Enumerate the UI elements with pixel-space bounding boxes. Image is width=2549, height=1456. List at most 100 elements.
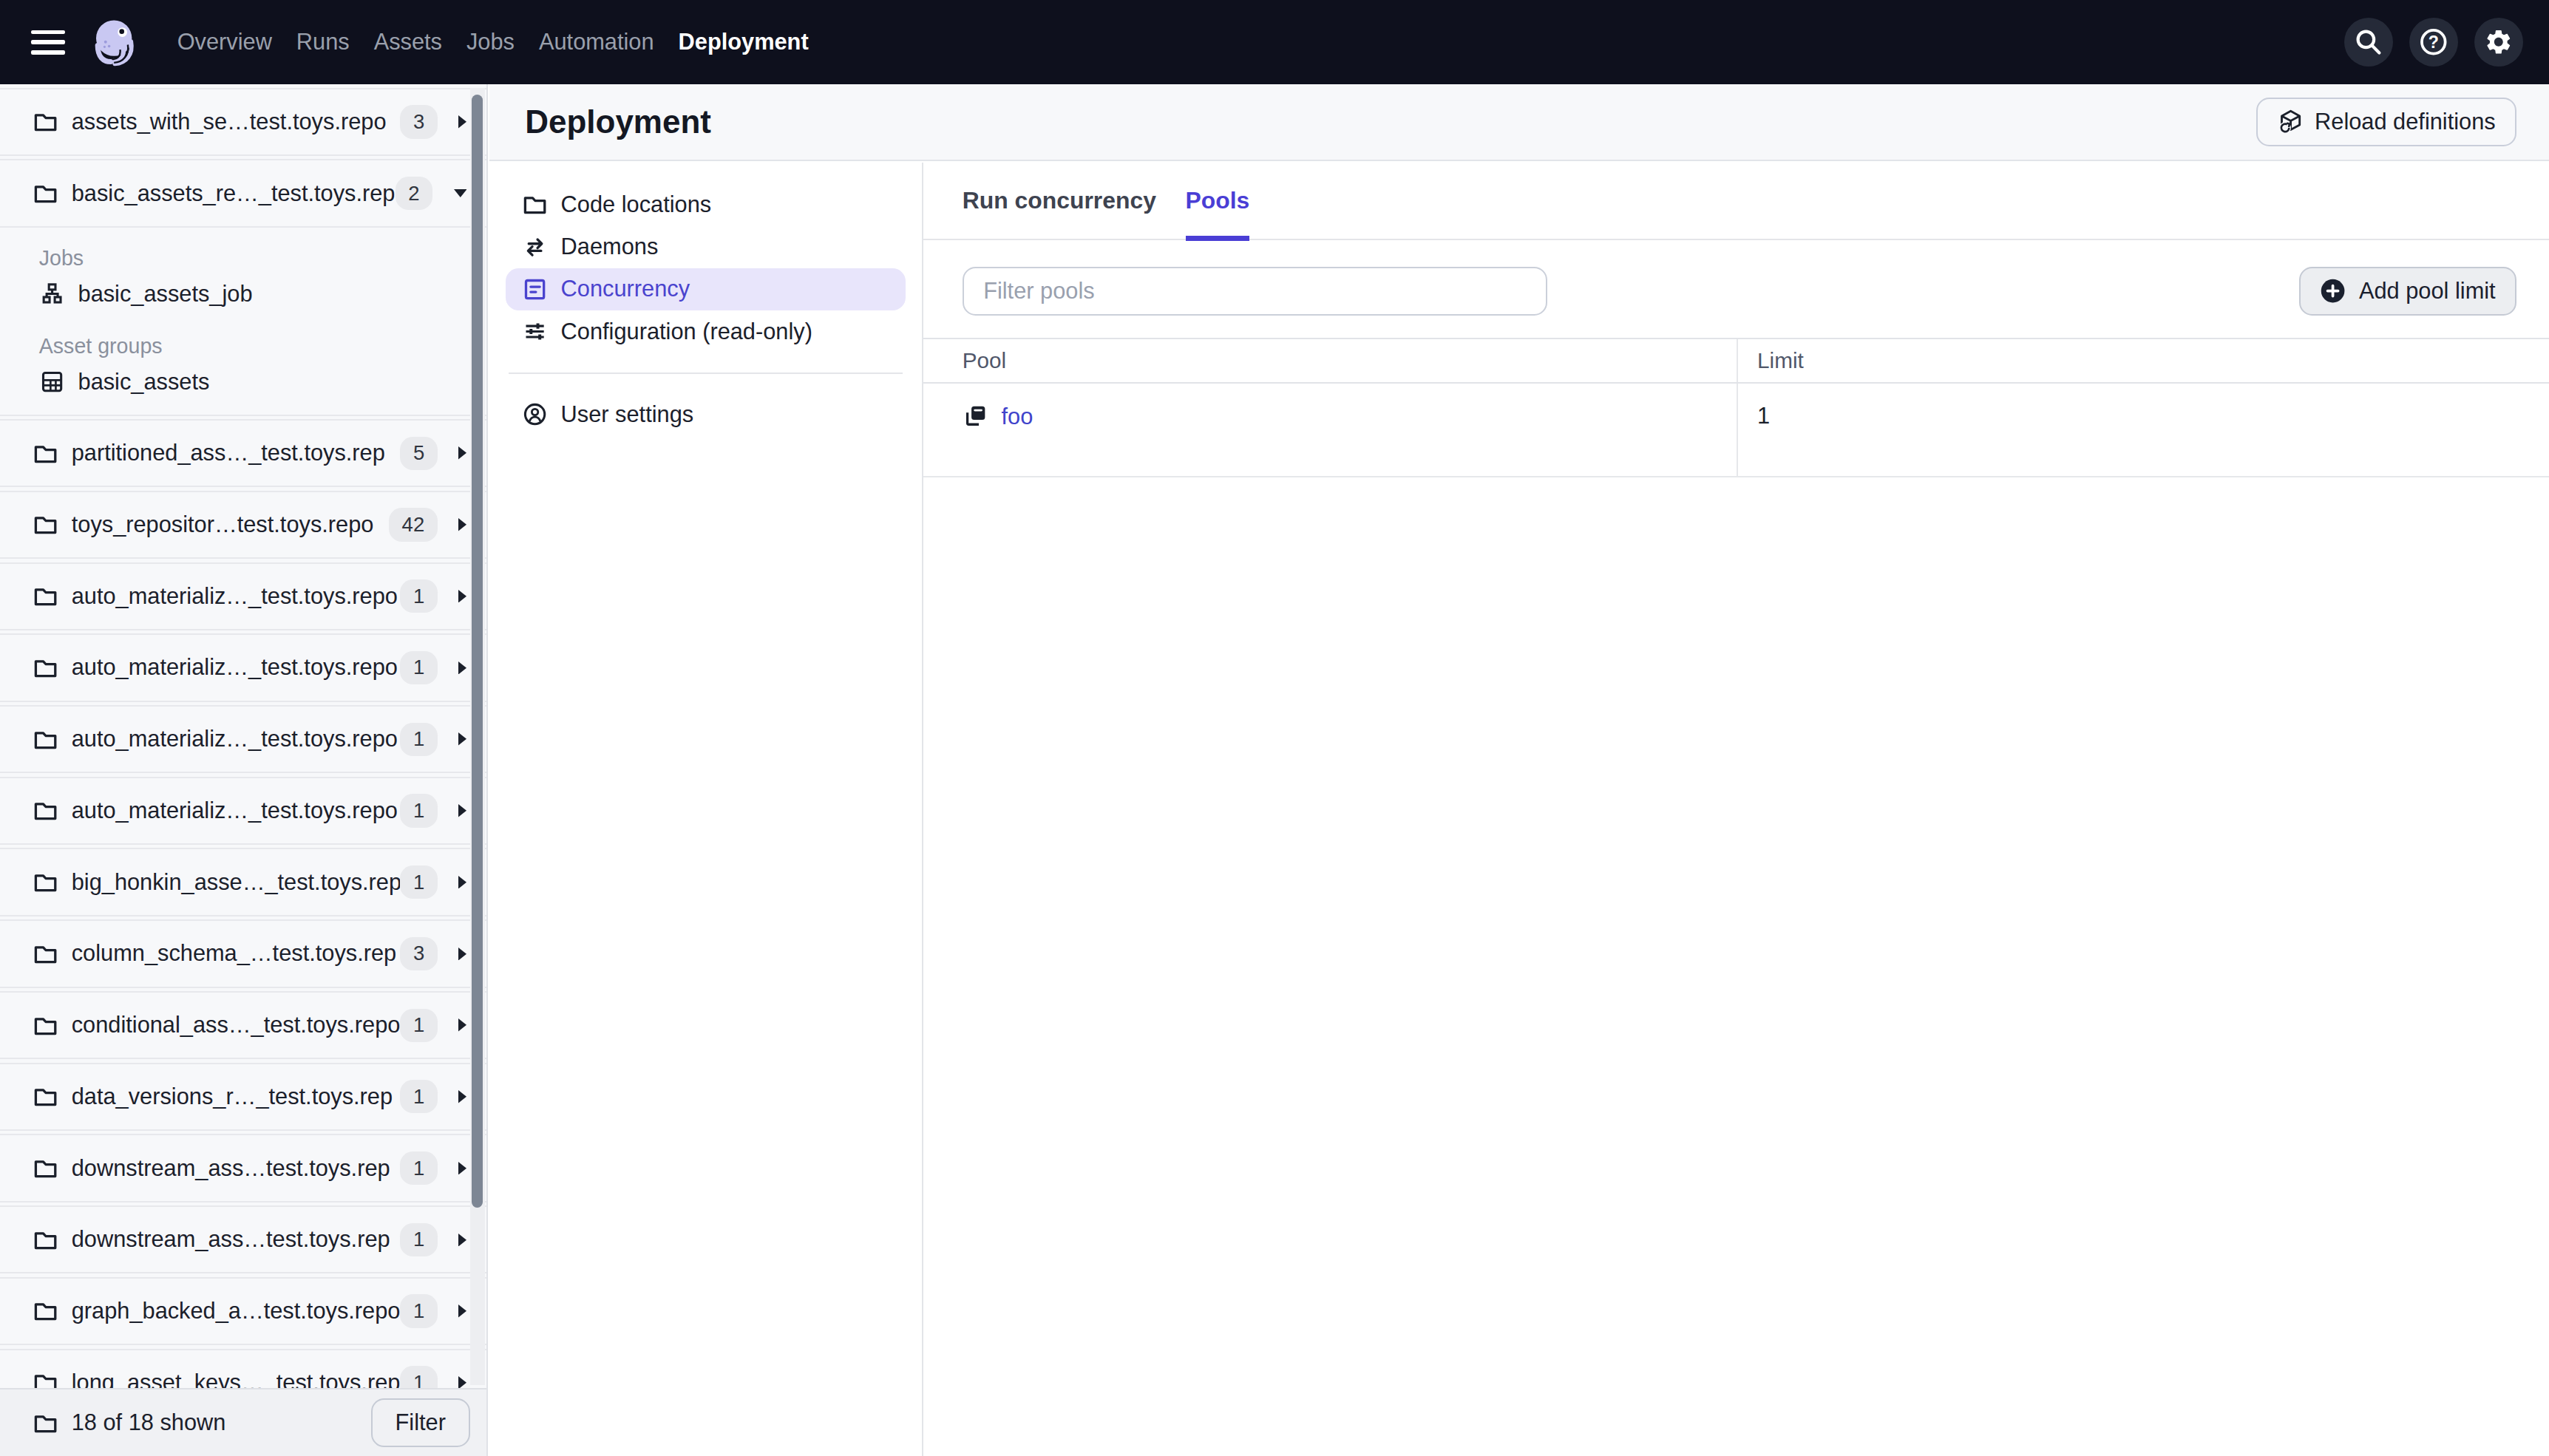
chevron-right-icon[interactable] bbox=[458, 518, 466, 531]
jobs-section-label: Jobs bbox=[39, 244, 486, 273]
nav-item-overview[interactable]: Overview bbox=[177, 29, 272, 55]
sidebar-scrollbar-thumb[interactable] bbox=[472, 95, 483, 1208]
search-button[interactable] bbox=[2344, 18, 2393, 67]
sidebar-repo-row[interactable]: assets_with_se…test.toys.repo 3 bbox=[0, 88, 486, 156]
sidebar-job-item[interactable]: basic_assets_job bbox=[39, 273, 486, 315]
repo-card: data_versions_r…_test.toys.rep 1 bbox=[0, 1063, 486, 1131]
chevron-right-icon[interactable] bbox=[458, 1376, 466, 1388]
repo-count-badge: 1 bbox=[400, 1009, 437, 1042]
pool-link[interactable]: foo bbox=[1002, 403, 1033, 430]
chevron-right-icon[interactable] bbox=[458, 948, 466, 961]
repo-card: partitioned_ass…_test.toys.rep 5 bbox=[0, 419, 486, 487]
folder-icon bbox=[33, 1370, 58, 1388]
sidebar-repo-row[interactable]: partitioned_ass…_test.toys.rep 5 bbox=[0, 419, 486, 487]
nav-item-jobs[interactable]: Jobs bbox=[466, 29, 515, 55]
repo-label: long_asset_keys…_test.toys.rep bbox=[72, 1370, 401, 1388]
folder-icon bbox=[33, 727, 58, 752]
tab-run-concurrency[interactable]: Run concurrency bbox=[963, 163, 1156, 239]
subnav-user-settings[interactable]: User settings bbox=[506, 393, 906, 435]
subnav-daemons[interactable]: Daemons bbox=[506, 226, 906, 268]
left-sidebar: assets_with_se…test.toys.repo 3 basic_as… bbox=[0, 84, 488, 1456]
sidebar-repo-row[interactable]: downstream_ass…test.toys.rep 1 bbox=[0, 1134, 486, 1202]
sidebar-repo-row[interactable]: auto_materializ…_test.toys.repo 1 bbox=[0, 705, 486, 773]
chevron-down-icon[interactable] bbox=[454, 189, 467, 197]
chevron-right-icon[interactable] bbox=[458, 1090, 466, 1103]
nav-item-runs[interactable]: Runs bbox=[296, 29, 350, 55]
settings-button[interactable] bbox=[2474, 18, 2523, 67]
sidebar-repo-row[interactable]: basic_assets_re…_test.toys.rep 2 bbox=[0, 159, 486, 227]
chevron-right-icon[interactable] bbox=[458, 446, 466, 460]
chevron-right-icon[interactable] bbox=[458, 661, 466, 675]
chevron-right-icon[interactable] bbox=[458, 115, 466, 129]
repo-card: conditional_ass…_test.toys.repo 1 bbox=[0, 991, 486, 1059]
repo-label: conditional_ass…_test.toys.repo bbox=[72, 1012, 401, 1038]
limit-cell: 1 bbox=[1738, 384, 2549, 477]
add-pool-limit-button[interactable]: Add pool limit bbox=[2299, 267, 2516, 316]
nav-actions: ? bbox=[2344, 18, 2523, 67]
repo-label: data_versions_r…_test.toys.rep bbox=[72, 1084, 393, 1110]
sidebar-repo-row[interactable]: column_schema_…test.toys.rep 3 bbox=[0, 919, 486, 987]
repo-count-text: 18 of 18 shown bbox=[72, 1409, 226, 1436]
folder-icon bbox=[33, 1227, 58, 1253]
reload-definitions-button[interactable]: Reload definitions bbox=[2256, 98, 2516, 146]
dagster-logo[interactable] bbox=[88, 16, 140, 68]
repo-label: assets_with_se…test.toys.repo bbox=[72, 109, 387, 135]
chevron-right-icon[interactable] bbox=[458, 732, 466, 746]
help-button[interactable]: ? bbox=[2409, 18, 2458, 67]
chevron-right-icon[interactable] bbox=[458, 1234, 466, 1247]
sidebar-repo-row[interactable]: auto_materializ…_test.toys.repo 1 bbox=[0, 777, 486, 845]
chevron-right-icon[interactable] bbox=[458, 1304, 466, 1318]
repo-card: long_asset_keys…_test.toys.rep 1 bbox=[0, 1349, 486, 1388]
dagster-app: Overview Runs Assets Jobs Automation Dep… bbox=[0, 0, 2549, 1456]
folder-icon bbox=[33, 511, 58, 537]
repo-label: partitioned_ass…_test.toys.rep bbox=[72, 440, 385, 466]
subnav-label: Configuration (read-only) bbox=[561, 319, 812, 345]
nav-item-automation[interactable]: Automation bbox=[539, 29, 654, 55]
subnav-label: User settings bbox=[561, 401, 694, 428]
subnav-code-locations[interactable]: Code locations bbox=[506, 183, 906, 225]
sidebar-repo-row[interactable]: auto_materializ…_test.toys.repo 1 bbox=[0, 633, 486, 701]
repo-label: auto_materializ…_test.toys.repo bbox=[72, 797, 398, 824]
subnav-configuration[interactable]: Configuration (read-only) bbox=[506, 310, 906, 353]
column-header-limit: Limit bbox=[1738, 339, 2549, 382]
sidebar-repo-row[interactable]: data_versions_r…_test.toys.rep 1 bbox=[0, 1063, 486, 1131]
repo-count-badge: 2 bbox=[396, 177, 432, 210]
repo-count-badge: 1 bbox=[400, 1366, 437, 1388]
subnav-concurrency[interactable]: Concurrency bbox=[506, 268, 906, 310]
sidebar-repo-row[interactable]: toys_repositor…test.toys.repo 42 bbox=[0, 491, 486, 559]
pools-table: Pool Limit foo 1 bbox=[923, 338, 2549, 477]
folder-icon bbox=[33, 1410, 58, 1436]
chevron-right-icon[interactable] bbox=[458, 1162, 466, 1175]
chevron-right-icon[interactable] bbox=[458, 590, 466, 603]
chevron-right-icon[interactable] bbox=[458, 804, 466, 817]
job-label: basic_assets_job bbox=[78, 281, 253, 307]
sidebar-repo-row[interactable]: long_asset_keys…_test.toys.rep 1 bbox=[0, 1349, 486, 1388]
pool-table-row: foo 1 bbox=[923, 384, 2549, 478]
nav-item-deployment[interactable]: Deployment bbox=[679, 29, 809, 55]
repo-count-badge: 1 bbox=[400, 794, 437, 827]
tab-pools[interactable]: Pools bbox=[1186, 163, 1250, 239]
nav-item-assets[interactable]: Assets bbox=[374, 29, 442, 55]
sidebar-repo-row[interactable]: conditional_ass…_test.toys.repo 1 bbox=[0, 991, 486, 1059]
folder-icon bbox=[33, 583, 58, 609]
sidebar-repo-row[interactable]: downstream_ass…test.toys.rep 1 bbox=[0, 1205, 486, 1273]
subnav-label: Concurrency bbox=[561, 276, 690, 302]
folder-icon bbox=[33, 1013, 58, 1038]
sidebar-filter-button[interactable]: Filter bbox=[371, 1398, 470, 1447]
repo-count-badge: 1 bbox=[400, 1151, 437, 1185]
sidebar-repo-row[interactable]: auto_materializ…_test.toys.repo 1 bbox=[0, 562, 486, 630]
sidebar-repo-row[interactable]: graph_backed_a…test.toys.repo 1 bbox=[0, 1277, 486, 1345]
repo-label: auto_materializ…_test.toys.repo bbox=[72, 726, 398, 752]
sidebar-asset-group-item[interactable]: basic_assets bbox=[39, 361, 486, 403]
repo-label: auto_materializ…_test.toys.repo bbox=[72, 654, 398, 681]
hamburger-menu-icon[interactable] bbox=[31, 30, 65, 55]
sidebar-repo-row[interactable]: big_honkin_asse…_test.toys.rep 1 bbox=[0, 848, 486, 916]
filter-pools-input[interactable] bbox=[963, 267, 1548, 316]
configuration-icon bbox=[522, 319, 548, 344]
add-pool-limit-label: Add pool limit bbox=[2359, 278, 2496, 305]
chevron-right-icon[interactable] bbox=[458, 1018, 466, 1032]
asset-group-icon bbox=[39, 369, 65, 395]
repo-list: assets_with_se…test.toys.repo 3 basic_as… bbox=[0, 84, 486, 1388]
chevron-right-icon[interactable] bbox=[458, 876, 466, 889]
repo-card: toys_repositor…test.toys.repo 42 bbox=[0, 491, 486, 559]
